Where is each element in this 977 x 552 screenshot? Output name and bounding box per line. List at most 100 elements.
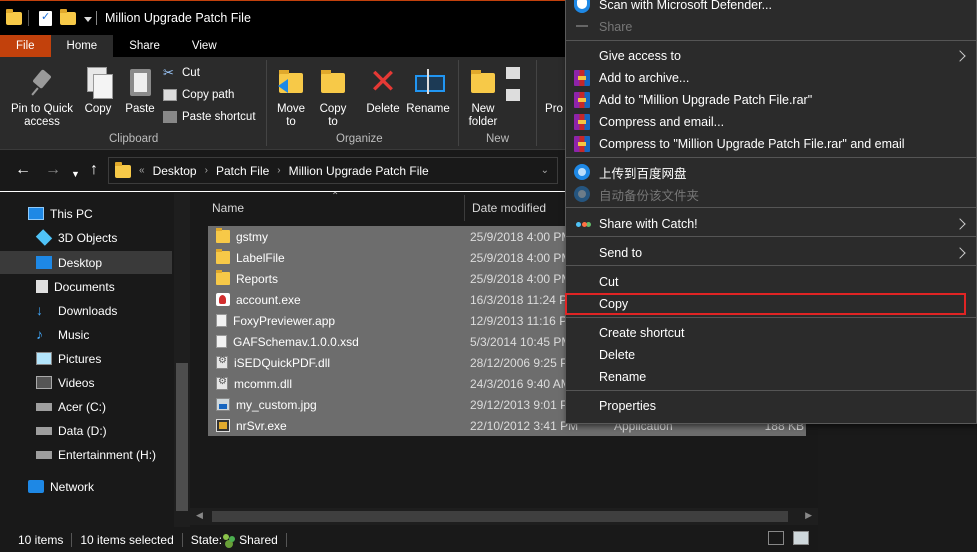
baidu-cloud-icon xyxy=(574,186,590,202)
tab-view[interactable]: View xyxy=(176,35,233,57)
menu-item-auto-backup-baidu[interactable]: 自动备份该文件夹 xyxy=(566,183,976,205)
properties-check-icon[interactable] xyxy=(39,10,52,26)
pc-icon xyxy=(28,207,44,220)
nav-item-videos[interactable]: Videos xyxy=(0,371,172,394)
scrollbar-thumb[interactable] xyxy=(212,511,788,522)
status-separator xyxy=(181,532,183,547)
nav-item-label: Videos xyxy=(58,375,95,390)
selected-count: 10 items selected xyxy=(80,532,174,547)
menu-item-share-with-catch[interactable]: Share with Catch! xyxy=(566,213,976,235)
menu-item-label: Add to archive... xyxy=(599,71,690,85)
paste-shortcut-button[interactable]: Paste shortcut xyxy=(163,107,256,127)
copy-to-button[interactable]: Copy to xyxy=(314,65,352,129)
winrar-icon xyxy=(574,114,590,130)
nav-item-downloads[interactable]: ↓ Downloads xyxy=(0,299,172,322)
new-folder-icon[interactable] xyxy=(60,9,76,25)
nav-item-network[interactable]: Network xyxy=(0,475,172,498)
cut-button[interactable]: ✂ Cut xyxy=(163,63,200,83)
chevron-right-icon[interactable]: › xyxy=(277,165,280,176)
menu-item-properties[interactable]: Properties xyxy=(566,395,976,417)
scroll-left-icon[interactable]: ◀ xyxy=(196,510,203,521)
nav-item-this-pc[interactable]: This PC xyxy=(0,202,172,225)
dll-icon xyxy=(216,355,228,369)
menu-item-compress-to-rar-and-email[interactable]: Compress to "Million Upgrade Patch File.… xyxy=(566,133,976,155)
recent-locations-chevron-icon[interactable]: ▼ xyxy=(71,166,80,182)
menu-item-label: Properties xyxy=(599,399,656,413)
ribbon-separator xyxy=(536,60,537,146)
properties-button[interactable]: Pro xyxy=(544,103,564,116)
easy-access-icon xyxy=(506,89,520,101)
status-separator xyxy=(71,532,73,547)
breadcrumb-current-folder[interactable]: Million Upgrade Patch File xyxy=(289,164,429,178)
nav-item-3d-objects[interactable]: 3D Objects xyxy=(0,226,172,249)
large-icons-view-icon[interactable] xyxy=(793,531,809,545)
menu-item-compress-and-email[interactable]: Compress and email... xyxy=(566,111,976,133)
menu-separator xyxy=(566,265,976,266)
menu-item-label: Copy xyxy=(599,297,629,311)
breadcrumb-desktop[interactable]: Desktop xyxy=(153,164,197,178)
catch-icon xyxy=(574,216,590,232)
menu-item-add-to-archive[interactable]: Add to archive... xyxy=(566,67,976,89)
column-header-date-modified[interactable]: Date modified xyxy=(472,193,546,223)
nav-item-music[interactable]: ♪ Music xyxy=(0,323,172,346)
details-view-icon[interactable] xyxy=(768,531,784,545)
menu-item-share[interactable]: Share xyxy=(566,16,976,38)
new-item-icon xyxy=(506,67,520,79)
forward-arrow-icon[interactable]: → xyxy=(45,162,61,178)
paste-button[interactable]: Paste xyxy=(122,65,158,116)
tab-home[interactable]: Home xyxy=(50,35,114,57)
scroll-right-icon[interactable]: ▶ xyxy=(805,510,812,521)
nav-item-entertainment-h[interactable]: Entertainment (H:) xyxy=(0,443,172,466)
copy-path-button[interactable]: Copy path xyxy=(163,85,234,105)
exe-icon xyxy=(216,293,230,306)
customize-quick-access-chevron-icon[interactable] xyxy=(84,16,92,22)
nav-item-pictures[interactable]: Pictures xyxy=(0,347,172,370)
nav-item-documents[interactable]: Documents xyxy=(0,275,172,298)
column-header-name[interactable]: Name xyxy=(212,193,244,223)
up-arrow-icon[interactable]: ↑ xyxy=(90,162,98,178)
back-arrow-icon[interactable]: ← xyxy=(15,162,31,178)
winrar-icon xyxy=(574,136,590,152)
menu-item-send-to[interactable]: Send to xyxy=(566,242,976,264)
breadcrumb-patch-file[interactable]: Patch File xyxy=(216,164,269,178)
menu-item-delete[interactable]: Delete xyxy=(566,344,976,366)
menu-item-label: Scan with Microsoft Defender... xyxy=(599,0,772,12)
copy-button[interactable]: Copy xyxy=(80,65,116,116)
menu-item-scan-defender[interactable]: Scan with Microsoft Defender... xyxy=(566,0,976,16)
menu-item-cut[interactable]: Cut xyxy=(566,271,976,293)
scrollbar-thumb[interactable] xyxy=(176,363,188,511)
column-divider[interactable] xyxy=(464,195,465,221)
address-bar[interactable]: « Desktop › Patch File › Million Upgrade… xyxy=(108,157,558,184)
download-icon: ↓ xyxy=(36,302,43,318)
menu-item-upload-baidu[interactable]: 上传到百度网盘 xyxy=(566,161,976,183)
menu-item-add-to-rar[interactable]: Add to "Million Upgrade Patch File.rar" xyxy=(566,89,976,111)
menu-item-create-shortcut[interactable]: Create shortcut xyxy=(566,322,976,344)
move-to-button[interactable]: Move to xyxy=(272,65,310,129)
easy-access-button[interactable] xyxy=(506,85,525,105)
nav-item-data-d[interactable]: Data (D:) xyxy=(0,419,172,442)
navigation-pane-scrollbar[interactable] xyxy=(174,193,190,527)
pin-icon xyxy=(27,65,57,99)
menu-item-give-access-to[interactable]: Give access to xyxy=(566,45,976,67)
address-dropdown-chevron-icon[interactable]: ⌄ xyxy=(541,165,549,176)
chevron-right-icon[interactable]: › xyxy=(205,165,208,176)
nav-item-acer-c[interactable]: Acer (C:) xyxy=(0,395,172,418)
drive-icon xyxy=(36,450,52,459)
copy-to-label-2: to xyxy=(328,116,338,128)
rename-button[interactable]: Rename xyxy=(405,65,451,116)
tab-file[interactable]: File xyxy=(0,35,51,57)
delete-button[interactable]: ✕ Delete xyxy=(363,65,403,116)
tab-share[interactable]: Share xyxy=(113,35,176,57)
new-folder-button[interactable]: New folder xyxy=(464,65,502,129)
new-item-button[interactable] xyxy=(506,63,525,83)
menu-item-copy[interactable]: Copy xyxy=(565,293,966,315)
pin-to-quick-access-button[interactable]: Pin to Quick access xyxy=(8,65,76,129)
nav-item-desktop[interactable]: Desktop xyxy=(0,251,172,274)
menu-item-rename[interactable]: Rename xyxy=(566,366,976,388)
file-list-horizontal-scrollbar[interactable]: ◀ ▶ xyxy=(190,508,818,525)
new-folder-label-2: folder xyxy=(468,116,498,128)
scissors-icon: ✂ xyxy=(163,65,174,80)
properties-label: Pro xyxy=(545,103,563,115)
breadcrumb-overflow[interactable]: « xyxy=(139,165,145,176)
menu-separator xyxy=(566,207,976,208)
